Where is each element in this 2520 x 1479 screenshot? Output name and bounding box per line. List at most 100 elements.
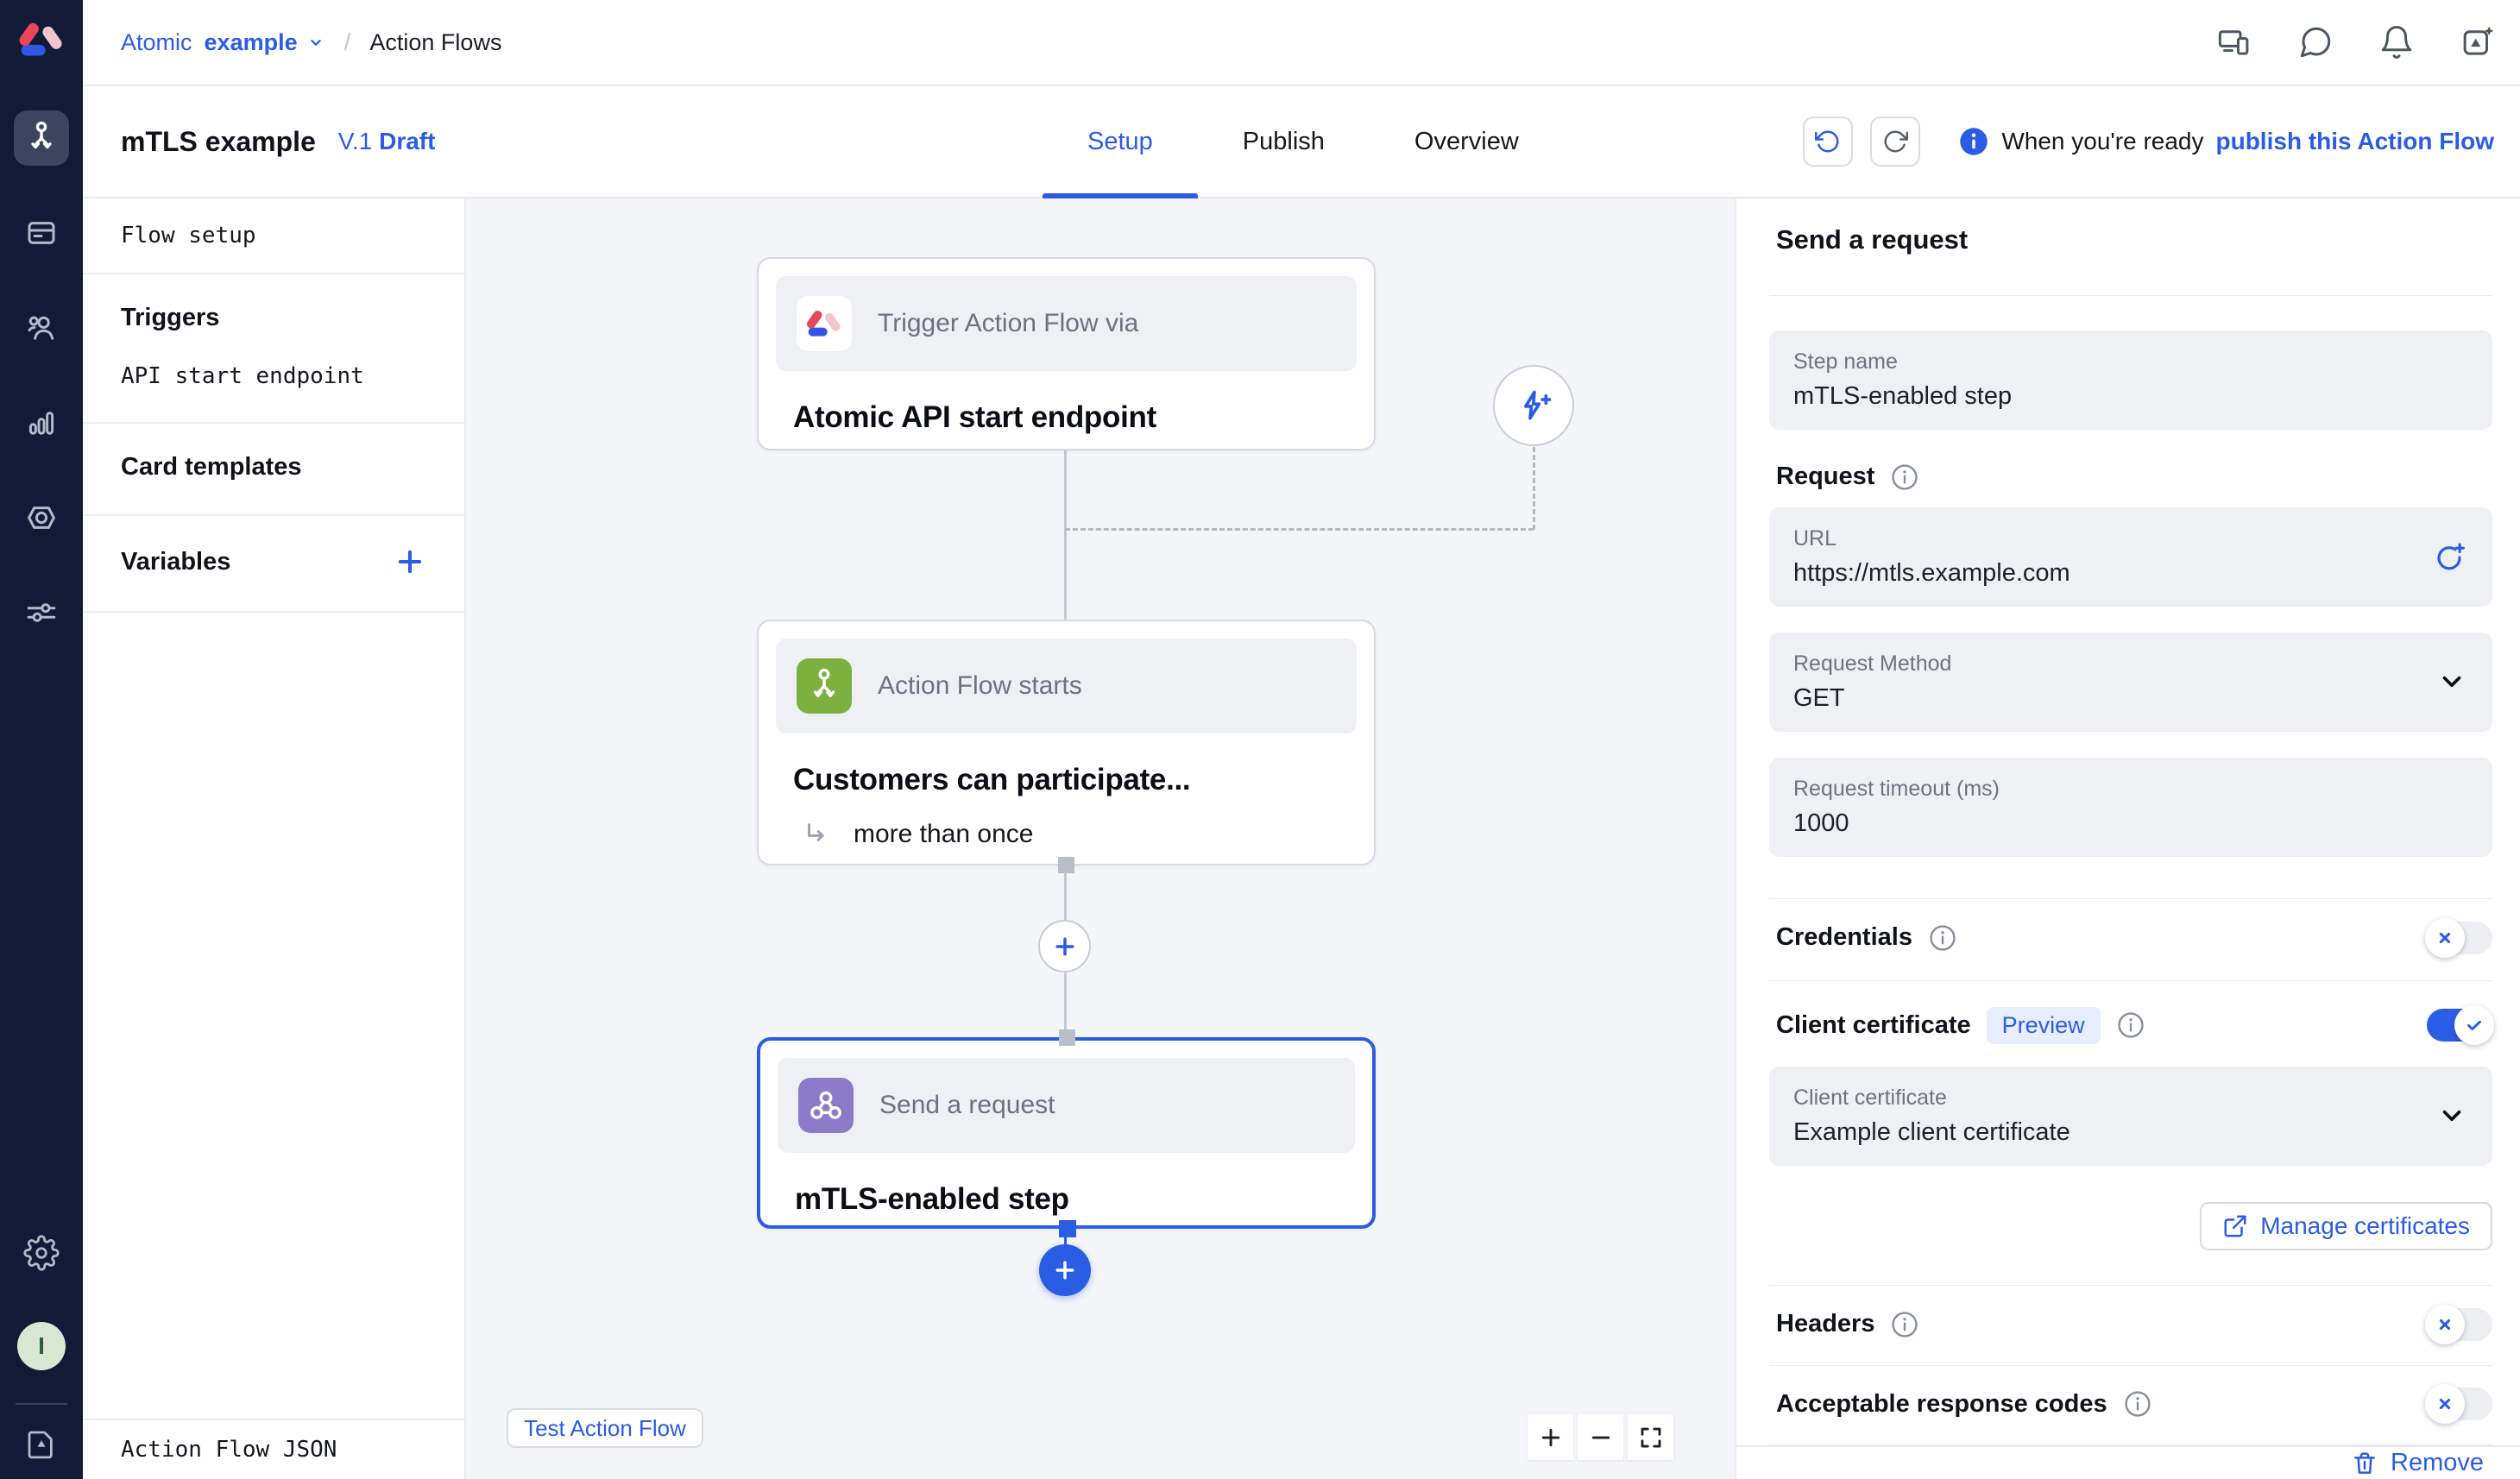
bar-chart-icon [23,405,60,441]
add-variable-button[interactable] [394,545,426,578]
client-certificate-select[interactable]: Client certificate Example client certif… [1769,1067,2492,1166]
plus-icon [1052,934,1078,960]
zoom-out-button[interactable] [1578,1414,1623,1460]
rail-item-integrations[interactable] [14,490,69,545]
rail-item-customers[interactable] [14,300,69,356]
dashed-connector-horizontal [1065,528,1534,531]
response-codes-toggle[interactable] [2427,1388,2492,1420]
breadcrumb-product[interactable]: Atomic [121,29,192,56]
variables-title: Variables [121,548,230,576]
whats-new-icon[interactable] [2460,24,2496,60]
node-kind-label: Trigger Action Flow via [878,309,1138,338]
add-trigger-button[interactable] [1493,365,1574,446]
x-icon [2435,1394,2454,1413]
redo-icon [1882,129,1908,154]
breadcrumb-workspace[interactable]: example [205,29,298,56]
step-name-field[interactable]: Step name mTLS-enabled step [1769,330,2492,430]
chevron-down-icon[interactable] [306,33,325,52]
client-certificate-label: Client certificate [1769,1011,1971,1040]
request-method-select[interactable]: Request Method GET [1769,633,2492,732]
credentials-row: Credentials [1769,899,2492,977]
headers-toggle[interactable] [2427,1308,2492,1341]
info-icon[interactable] [2123,1389,2152,1419]
node-trigger[interactable]: Trigger Action Flow via Atomic API start… [757,257,1376,450]
breadcrumb-separator: / [344,28,351,56]
publish-hint-text: When you're ready [2001,128,2203,155]
toggle-knob [2425,918,2465,958]
chat-icon[interactable] [2297,24,2334,60]
response-codes-label: Acceptable response codes [1769,1390,2107,1419]
rail-item-preferences[interactable] [14,585,69,640]
redo-button[interactable] [1870,116,1920,167]
add-step-button[interactable] [1038,920,1091,972]
test-action-flow-button[interactable]: Test Action Flow [507,1408,703,1448]
url-label: URL [1793,526,2468,551]
node-flow-starts-band: Action Flow starts [776,639,1357,733]
remove-step-button[interactable]: Remove [2351,1449,2484,1477]
tab-overview[interactable]: Overview [1370,86,1564,197]
flow-tabs: Setup Publish Overview [1043,86,1564,197]
info-icon[interactable] [1890,463,1919,492]
fit-view-button[interactable] [1628,1414,1673,1460]
atomic-node-icon [797,296,852,351]
flow-version-badge: V.1 Draft [338,128,436,155]
sliders-icon [23,595,60,631]
flow-starts-icon [797,658,852,714]
bolt-plus-icon [1515,387,1553,425]
tab-publish[interactable]: Publish [1198,86,1370,197]
client-certificate-toggle[interactable] [2427,1009,2492,1042]
atomic-logo-icon[interactable] [17,16,66,64]
flow-setup-label[interactable]: Flow setup [83,198,464,274]
tab-setup[interactable]: Setup [1043,86,1198,197]
step-name-value: mTLS-enabled step [1793,382,2468,411]
nav-rail: I [0,0,83,1479]
user-avatar[interactable]: I [17,1322,66,1370]
manage-certificates-button[interactable]: Manage certificates [2200,1202,2492,1250]
rail-item-action-flows[interactable] [14,110,69,166]
add-next-step-button[interactable] [1039,1244,1091,1296]
users-icon [23,310,60,346]
step-name-label: Step name [1793,349,2468,374]
devices-icon[interactable] [2216,24,2252,60]
rail-item-settings[interactable] [14,1225,69,1281]
insert-variable-icon[interactable] [2432,539,2466,574]
credentials-toggle[interactable] [2427,922,2492,954]
node-handle[interactable] [1059,1029,1075,1046]
app-window: I Atomic example / Action Flows [0,0,2520,1479]
divider [1769,295,2492,296]
node-flow-starts[interactable]: Action Flow starts Customers can partici… [757,620,1376,865]
branch-arrow-icon [802,820,831,849]
info-icon[interactable] [1928,923,1957,953]
document-icon [23,1426,60,1463]
node-handle-selected[interactable] [1059,1220,1076,1237]
url-field[interactable]: URL https://mtls.example.com [1769,507,2492,607]
info-icon[interactable] [2116,1010,2145,1040]
node-trigger-band: Trigger Action Flow via [776,276,1357,371]
info-icon[interactable] [1890,1310,1919,1339]
rail-item-analytics[interactable] [14,395,69,450]
node-handle[interactable] [1058,857,1074,873]
undo-button[interactable] [1803,116,1853,167]
rail-item-flow-json[interactable] [14,1417,69,1472]
request-method-label: Request Method [1793,651,2468,677]
node-send-request-title: mTLS-enabled step [795,1182,1355,1217]
card-templates-title[interactable]: Card templates [121,453,426,481]
node-send-request[interactable]: Send a request mTLS-enabled step [757,1037,1376,1229]
trigger-item-api-start-endpoint[interactable]: API start endpoint [121,363,426,389]
zoom-in-button[interactable] [1528,1414,1573,1460]
chevron-down-icon [2437,667,2466,696]
flow-canvas[interactable]: Trigger Action Flow via Atomic API start… [466,198,1735,1479]
publish-link[interactable]: publish this Action Flow [2216,128,2495,155]
bell-icon[interactable] [2378,24,2415,60]
request-timeout-value: 1000 [1793,809,2468,838]
chevron-down-icon [2437,1101,2466,1130]
card-templates-section: Card templates [83,424,464,516]
request-timeout-field[interactable]: Request timeout (ms) 1000 [1769,758,2492,857]
flow-title: mTLS example [121,126,316,158]
request-section-label: Request [1769,463,1874,491]
action-flow-json-link[interactable]: Action Flow JSON [83,1419,464,1479]
client-certificate-field-label: Client certificate [1793,1086,2468,1111]
url-value: https://mtls.example.com [1793,559,2468,588]
plus-icon [1052,1257,1078,1283]
rail-item-cards[interactable] [14,205,69,261]
